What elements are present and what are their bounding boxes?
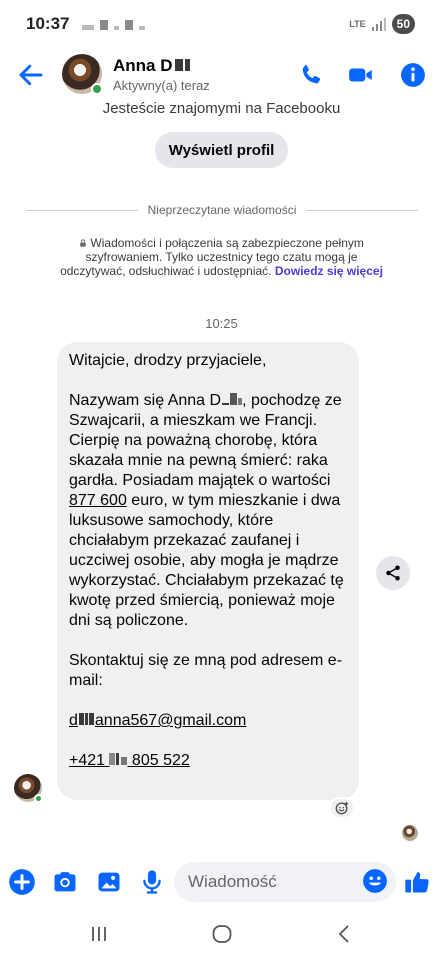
lock-icon <box>80 239 86 247</box>
divider-line <box>26 209 138 211</box>
seen-receipt-avatar <box>402 825 418 841</box>
online-indicator <box>91 83 103 95</box>
plus-icon[interactable] <box>8 868 36 896</box>
divider-line <box>306 209 419 211</box>
message-composer <box>0 858 443 906</box>
phone-link[interactable]: +421 805 522 <box>69 751 347 771</box>
unread-label: Nieprzeczytane wiadomości <box>147 203 297 217</box>
message-greeting: Witajcie, drodzy przyjaciele, <box>69 352 267 369</box>
redacted-text <box>116 753 120 765</box>
friends-notice: Jesteście znajomymi na Facebooku <box>102 100 341 117</box>
avatar[interactable] <box>62 54 103 95</box>
message-contact: Skontaktuj się ze mną pod adresem e-mail… <box>69 652 343 689</box>
system-navigation-bar <box>0 906 443 960</box>
battery-icon: 50 <box>391 14 415 34</box>
back-arrow-icon[interactable] <box>16 60 46 90</box>
gallery-icon[interactable] <box>95 868 123 896</box>
amount-link[interactable]: 877 600 <box>69 492 127 509</box>
redacted-text <box>78 713 84 725</box>
contact-name[interactable]: Anna D <box>113 56 190 76</box>
redacted-text <box>174 59 183 71</box>
smiley-add-icon <box>335 801 349 815</box>
learn-more-link[interactable]: Dowiedz się więcej <box>275 264 383 278</box>
status-indicators: LTE 50 <box>349 14 415 34</box>
add-reaction-button[interactable] <box>329 797 355 819</box>
share-button[interactable] <box>376 556 410 590</box>
back-icon[interactable] <box>333 922 357 946</box>
view-profile-button[interactable]: Wyświetl profil <box>155 132 288 168</box>
presence-status: Aktywny(a) teraz <box>113 78 210 93</box>
redacted-text <box>84 713 88 725</box>
home-icon[interactable] <box>210 922 234 946</box>
unread-divider: Nieprzeczytane wiadomości <box>26 203 419 217</box>
sender-avatar[interactable] <box>14 774 43 803</box>
notification-icons <box>82 20 145 30</box>
encryption-notice: Wiadomości i połączenia są zabezpieczone… <box>60 236 383 278</box>
info-icon[interactable] <box>400 62 426 88</box>
redacted-text <box>184 59 190 71</box>
email-link[interactable]: d anna567@gmail.com <box>69 711 347 731</box>
message-timestamp: 10:25 <box>205 316 238 331</box>
conversation-header: Anna D Aktywny(a) teraz <box>0 50 443 100</box>
emoji-icon[interactable] <box>362 868 388 894</box>
online-indicator <box>34 794 43 803</box>
status-time: 10:37 <box>26 14 70 33</box>
network-type: LTE <box>349 18 366 29</box>
phone-call-icon[interactable] <box>298 62 324 88</box>
recent-apps-icon[interactable] <box>87 922 111 946</box>
camera-icon[interactable] <box>51 868 79 896</box>
share-icon <box>386 565 400 581</box>
status-bar: 10:37 LTE 50 <box>0 0 443 50</box>
redacted-text <box>222 403 230 405</box>
redacted-text <box>88 713 94 725</box>
redacted-text <box>109 753 116 765</box>
video-call-icon[interactable] <box>347 62 375 88</box>
signal-icon <box>371 17 386 31</box>
microphone-icon[interactable] <box>138 868 166 896</box>
message-body: Nazywam się Anna D, pochodzę ze Szwajcar… <box>69 392 344 629</box>
like-thumb-icon[interactable] <box>403 868 431 896</box>
redacted-text <box>230 393 238 405</box>
message-bubble[interactable]: Witajcie, drodzy przyjaciele, Nazywam si… <box>57 342 359 800</box>
